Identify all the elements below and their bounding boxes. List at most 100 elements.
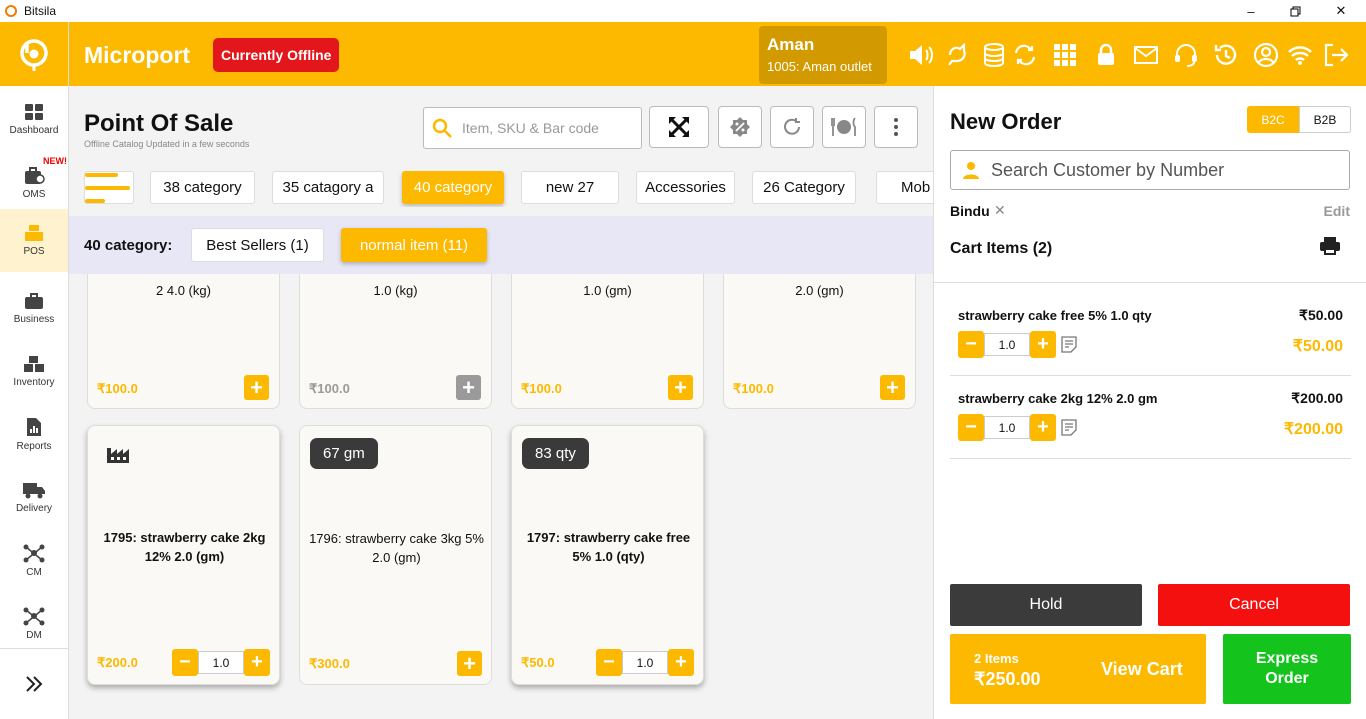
sidebar-item-pos[interactable]: POS: [0, 209, 68, 272]
bitsila-logo-icon: [20, 39, 48, 71]
quantity-value[interactable]: 1.0: [198, 651, 244, 674]
increment-button[interactable]: +: [1030, 414, 1056, 441]
sidebar-item-delivery[interactable]: Delivery: [0, 466, 68, 529]
b2b-toggle[interactable]: B2B: [1299, 106, 1351, 133]
more-options-button[interactable]: [874, 106, 918, 148]
category-tab[interactable]: new 27: [521, 171, 619, 204]
sidebar-logo[interactable]: [0, 22, 68, 86]
sidebar-item-reports[interactable]: Reports: [0, 403, 68, 466]
support-headset-icon[interactable]: [1173, 42, 1199, 68]
dining-icon: [831, 117, 856, 136]
decrement-button[interactable]: −: [596, 649, 622, 676]
user-outlet-card[interactable]: Aman 1005: Aman outlet: [759, 26, 887, 84]
category-menu-button[interactable]: [84, 171, 134, 204]
lock-icon[interactable]: [1093, 42, 1119, 68]
bird-icon[interactable]: [946, 42, 972, 68]
edit-customer-link[interactable]: Edit: [1324, 203, 1350, 219]
category-tab[interactable]: Mob: [876, 171, 933, 204]
apps-grid-icon[interactable]: [1052, 42, 1078, 68]
add-to-cart-button[interactable]: +: [668, 375, 693, 400]
sidebar-item-oms[interactable]: NEW! OMS: [0, 151, 68, 214]
person-icon: [963, 162, 979, 179]
quantity-stepper[interactable]: − 1.0 +: [172, 649, 270, 676]
add-to-cart-button-disabled[interactable]: +: [456, 375, 481, 400]
sidebar-item-business[interactable]: Business: [0, 277, 68, 340]
sync-icon[interactable]: [1012, 42, 1038, 68]
sidebar-expand-button[interactable]: [0, 648, 68, 719]
decrement-button[interactable]: −: [958, 414, 984, 441]
product-search[interactable]: Item, SKU & Bar code: [423, 107, 642, 149]
product-card[interactable]: 67 gm 1796: strawberry cake 3kg 5% 2.0 (…: [299, 425, 492, 685]
product-card[interactable]: 1.0 (gm) ₹100.0 +: [511, 274, 704, 409]
product-card[interactable]: 83 qty 1797: strawberry cake free 5% 1.0…: [511, 425, 704, 685]
add-to-cart-button[interactable]: +: [880, 375, 905, 400]
quantity-value[interactable]: 1.0: [984, 333, 1030, 356]
sidebar-item-inventory[interactable]: Inventory: [0, 340, 68, 403]
refresh-button[interactable]: [770, 106, 814, 148]
maximize-button[interactable]: [1272, 0, 1318, 22]
increment-button[interactable]: +: [668, 649, 694, 676]
quantity-value[interactable]: 1.0: [984, 416, 1030, 439]
category-tab[interactable]: 35 catagory a: [272, 171, 384, 204]
discount-button[interactable]: [718, 106, 762, 148]
pos-main: Point Of Sale Offline Catalog Updated in…: [69, 86, 933, 719]
product-qty: 1.0 (kg): [373, 283, 418, 298]
add-to-cart-button[interactable]: +: [244, 375, 269, 400]
cancel-button[interactable]: Cancel: [1158, 584, 1350, 626]
history-icon[interactable]: [1213, 42, 1239, 68]
customer-search-placeholder: Search Customer by Number: [991, 159, 1225, 180]
close-window-button[interactable]: ✕: [1318, 0, 1364, 22]
decrement-button[interactable]: −: [172, 649, 198, 676]
cart-quantity-stepper[interactable]: − 1.0 +: [958, 414, 1056, 441]
decrement-button[interactable]: −: [958, 331, 984, 358]
category-tab[interactable]: 26 Category: [752, 171, 856, 204]
category-tab[interactable]: Accessories: [636, 171, 735, 204]
minimize-button[interactable]: –: [1228, 0, 1274, 22]
cart-quantity-stepper[interactable]: − 1.0 +: [958, 331, 1056, 358]
cart-total: ₹250.00: [974, 669, 1041, 689]
category-tab-active[interactable]: 40 category: [402, 171, 504, 204]
cart-item: strawberry cake free 5% 1.0 qty ₹50.00 −…: [950, 294, 1351, 376]
user-name: Aman: [767, 35, 815, 54]
fullscreen-button[interactable]: [649, 106, 709, 148]
increment-button[interactable]: +: [1030, 331, 1056, 358]
hold-button[interactable]: Hold: [950, 584, 1142, 626]
subcategory-normal-item[interactable]: normal item (11): [341, 228, 487, 262]
increment-button[interactable]: +: [244, 649, 270, 676]
sidebar-item-dm[interactable]: DM: [0, 592, 68, 655]
subcategory-best-sellers[interactable]: Best Sellers (1): [191, 228, 324, 262]
product-qty: 2.0 (gm): [795, 283, 844, 298]
logout-icon[interactable]: [1323, 42, 1349, 68]
product-card[interactable]: 1.0 (kg) ₹100.0 +: [299, 274, 492, 409]
catalog-status: Offline Catalog Updated in a few seconds: [84, 139, 250, 149]
b2c-toggle[interactable]: B2C: [1247, 106, 1299, 133]
new-badge: NEW!: [43, 156, 67, 166]
wifi-icon[interactable]: [1287, 42, 1313, 68]
express-order-button[interactable]: Express Order: [1223, 634, 1351, 704]
view-cart-button[interactable]: 2 Items ₹250.00 View Cart: [950, 634, 1206, 704]
speaker-icon[interactable]: [908, 42, 934, 68]
customer-search-input[interactable]: Search Customer by Number: [950, 150, 1350, 190]
category-tab[interactable]: 38 category: [150, 171, 255, 204]
quantity-value[interactable]: 1.0: [622, 651, 668, 674]
product-card[interactable]: 2 4.0 (kg) ₹100.0 +: [87, 274, 280, 409]
product-price: ₹100.0: [733, 381, 774, 396]
database-icon[interactable]: [981, 42, 1007, 68]
factory-icon: [107, 448, 129, 463]
remove-customer-icon[interactable]: ✕: [994, 202, 1006, 219]
cart-item-unit-price: ₹200.00: [1291, 390, 1343, 406]
sidebar-item-cm[interactable]: CM: [0, 529, 68, 592]
sidebar-item-label: OMS: [22, 189, 46, 200]
search-icon: [432, 118, 452, 138]
product-price: ₹200.0: [97, 655, 138, 670]
dining-button[interactable]: [822, 106, 866, 148]
top-bar: Microport Currently Offline Aman 1005: A…: [69, 22, 1366, 86]
sidebar-item-dashboard[interactable]: Dashboard: [0, 88, 68, 151]
mail-icon[interactable]: [1133, 42, 1159, 68]
profile-icon[interactable]: [1253, 42, 1279, 68]
product-card[interactable]: 2.0 (gm) ₹100.0 +: [723, 274, 916, 409]
add-to-cart-button[interactable]: +: [457, 651, 482, 676]
quantity-stepper[interactable]: − 1.0 +: [596, 649, 694, 676]
cart-item-total: ₹200.00: [1283, 421, 1343, 438]
product-card[interactable]: 1795: strawberry cake 2kg 12% 2.0 (gm) ₹…: [87, 425, 280, 685]
